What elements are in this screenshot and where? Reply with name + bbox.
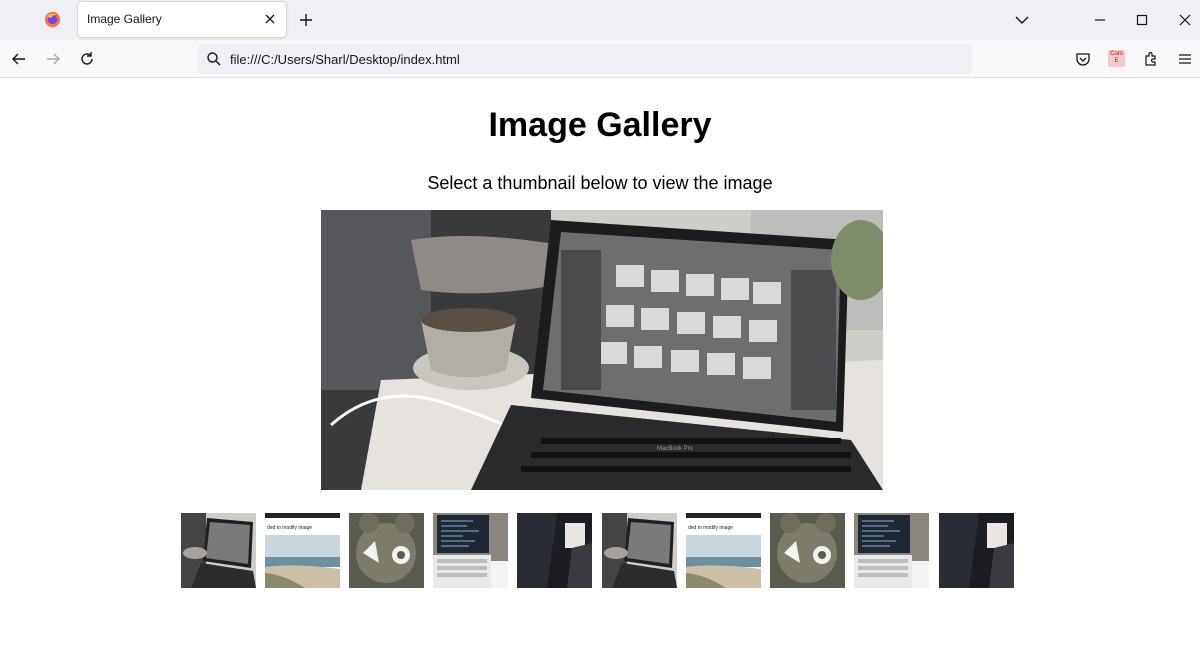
minimize-icon[interactable] xyxy=(1090,10,1110,30)
close-window-icon[interactable] xyxy=(1175,10,1195,30)
menu-icon[interactable] xyxy=(1175,49,1195,69)
reload-icon[interactable] xyxy=(77,49,97,69)
thumbnail-5[interactable] xyxy=(517,513,592,588)
thumbnail-dark-photo xyxy=(939,513,1014,588)
thumbnail-plush-photo xyxy=(770,513,845,588)
main-laptop-photo: MacBook Pro xyxy=(321,210,883,490)
main-image: MacBook Pro xyxy=(321,210,883,490)
thumbnail-strip: ded to modify image ded to modify image xyxy=(181,513,1021,589)
page-content: Image Gallery Select a thumbnail below t… xyxy=(0,78,1200,647)
chevron-down-icon[interactable] xyxy=(1012,10,1032,30)
thumbnail-caption: ded to modify image xyxy=(688,525,733,531)
close-tab-icon[interactable] xyxy=(262,11,278,27)
page-instructions: Select a thumbnail below to view the ima… xyxy=(427,173,773,193)
tab-image-gallery[interactable]: Image Gallery xyxy=(78,2,286,37)
thumbnail-code-photo xyxy=(854,513,929,588)
firefox-logo-icon[interactable] xyxy=(44,11,61,28)
thumbnail-2[interactable]: ded to modify image xyxy=(265,513,340,588)
pocket-icon[interactable] xyxy=(1073,49,1093,69)
laptop-brand-text: MacBook Pro xyxy=(657,446,694,452)
thumbnail-beach-photo: ded to modify image xyxy=(686,513,761,588)
thumbnail-dark-photo xyxy=(517,513,592,588)
tab-title: Image Gallery xyxy=(87,12,162,26)
thumbnail-1[interactable] xyxy=(181,513,256,588)
cors-extension-icon[interactable]: Cors E xyxy=(1108,50,1125,67)
thumbnail-9[interactable] xyxy=(854,513,929,588)
thumbnail-laptop-photo xyxy=(602,513,677,588)
back-icon[interactable] xyxy=(9,49,29,69)
search-icon xyxy=(207,52,221,66)
thumbnail-4[interactable] xyxy=(433,513,508,588)
new-tab-icon[interactable] xyxy=(296,10,316,30)
extensions-icon[interactable] xyxy=(1141,49,1161,69)
thumbnail-plush-photo xyxy=(349,513,424,588)
address-bar[interactable]: file:///C:/Users/Sharl/Desktop/index.htm… xyxy=(198,44,972,74)
page-title: Image Gallery xyxy=(488,106,712,144)
tab-strip: Image Gallery xyxy=(0,0,1200,40)
thumbnail-10[interactable] xyxy=(939,513,1014,588)
thumbnail-code-photo xyxy=(433,513,508,588)
navigation-toolbar: file:///C:/Users/Sharl/Desktop/index.htm… xyxy=(0,40,1200,78)
thumbnail-laptop-photo xyxy=(181,513,256,588)
maximize-icon[interactable] xyxy=(1132,10,1152,30)
thumbnail-7[interactable]: ded to modify image xyxy=(686,513,761,588)
thumbnail-beach-photo: ded to modify image xyxy=(265,513,340,588)
thumbnail-8[interactable] xyxy=(770,513,845,588)
forward-icon[interactable] xyxy=(43,49,63,69)
thumbnail-caption: ded to modify image xyxy=(267,525,312,531)
address-text: file:///C:/Users/Sharl/Desktop/index.htm… xyxy=(230,52,460,67)
thumbnail-3[interactable] xyxy=(349,513,424,588)
thumbnail-6[interactable] xyxy=(602,513,677,588)
